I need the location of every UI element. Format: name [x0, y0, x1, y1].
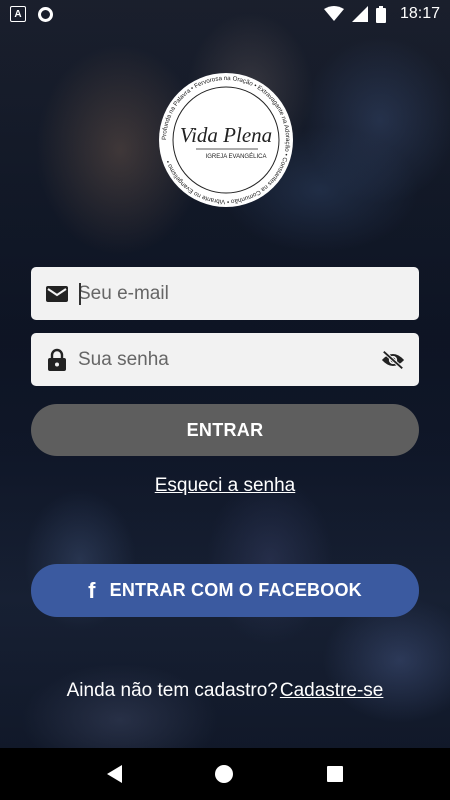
church-logo: Profunda na Palavra • Fervorosa na Oraçã…: [159, 73, 293, 207]
circle-notification-icon: [38, 6, 53, 22]
password-input[interactable]: [78, 333, 381, 386]
facebook-icon: f: [88, 577, 96, 603]
status-time: 18:17: [399, 5, 440, 22]
text-caret: [79, 283, 81, 305]
logo-subtitle: IGREJA EVANGÉLICA: [206, 153, 267, 160]
forgot-password-link[interactable]: Esqueci a senha: [0, 475, 450, 497]
recent-apps-icon[interactable]: [327, 766, 344, 782]
lock-icon: [45, 348, 69, 372]
signup-link[interactable]: Cadastre-se: [280, 680, 384, 701]
facebook-login-button[interactable]: f ENTRAR COM O FACEBOOK: [31, 564, 419, 617]
email-input[interactable]: [78, 267, 405, 320]
enter-button[interactable]: ENTRAR: [31, 404, 419, 456]
logo-script-text: Vida Plena: [180, 123, 272, 147]
eye-off-icon[interactable]: [381, 348, 405, 372]
home-icon[interactable]: [215, 765, 234, 783]
status-bar: A 18:17: [0, 0, 450, 28]
signup-row: Ainda não tem cadastro? Cadastre-se: [0, 680, 450, 702]
facebook-login-label: ENTRAR COM O FACEBOOK: [109, 580, 362, 600]
email-icon: [45, 282, 69, 306]
battery-icon: [375, 5, 386, 23]
wifi-icon: [323, 6, 344, 21]
back-icon[interactable]: [106, 765, 122, 783]
system-nav-bar: [0, 748, 450, 800]
signal-icon: [351, 6, 368, 22]
password-field[interactable]: [31, 333, 419, 386]
email-field[interactable]: [31, 267, 419, 320]
a-notification-icon: A: [10, 6, 26, 22]
signup-prompt: Ainda não tem cadastro?: [66, 680, 278, 701]
